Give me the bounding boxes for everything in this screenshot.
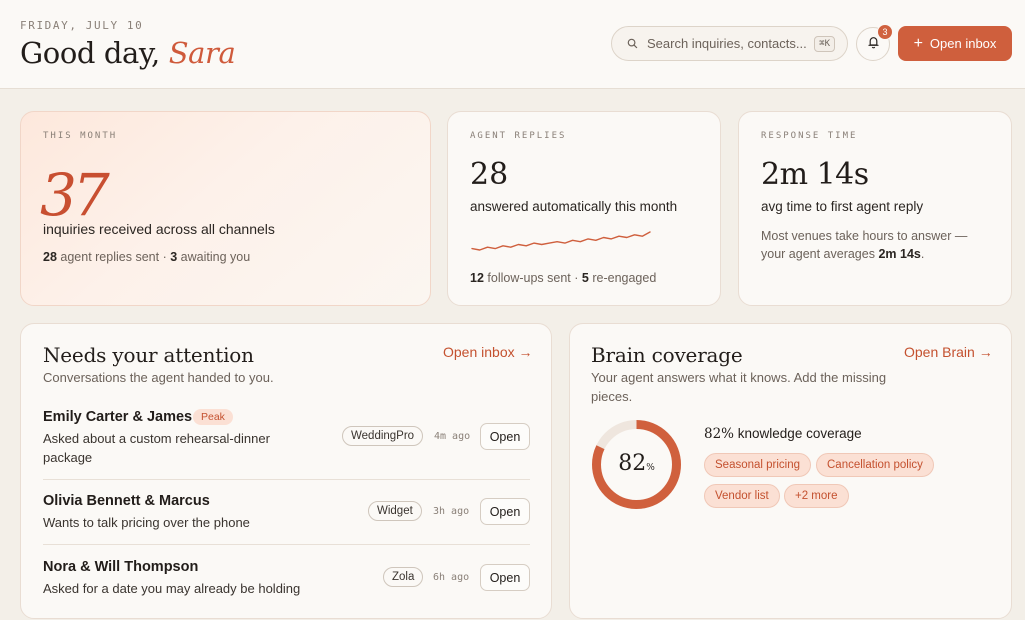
needs-attention-title: Needs your attention: [43, 343, 254, 367]
agent-replies-label: AGENT REPLIES: [470, 131, 567, 141]
missing-topic-tag[interactable]: Cancellation policy: [816, 453, 934, 477]
open-conversation-button[interactable]: Open: [480, 498, 530, 525]
coverage-percent-sign: %: [646, 463, 655, 473]
inquiry-summary: Wants to talk pricing over the phone: [43, 515, 250, 530]
needs-attention-subtitle: Conversations the agent handed to you.: [43, 370, 274, 385]
stat-separator: ·: [574, 271, 579, 285]
response-note-text: Most venues take hours to answer — your …: [761, 229, 968, 261]
agent-replies-count: 28: [470, 157, 509, 192]
response-time-note: Most venues take hours to answer — your …: [761, 227, 991, 263]
inquiry-summary: Asked about a custom rehearsal-dinner pa…: [43, 431, 270, 465]
list-item[interactable]: Nora & Will Thompson Asked for a date yo…: [43, 559, 530, 599]
list-item[interactable]: Olivia Bennett & Marcus Wants to talk pr…: [43, 493, 530, 533]
current-date: FRIDAY, JULY 10: [20, 19, 144, 32]
contact-name: Olivia Bennett & Marcus: [43, 493, 210, 509]
open-inbox-button[interactable]: + Open inbox: [898, 26, 1012, 61]
notification-count-badge: 3: [877, 24, 893, 40]
brain-coverage-subtitle: Your agent answers what it knows. Add th…: [591, 370, 887, 404]
status-badge: Peak: [193, 409, 233, 425]
agent-replies-stats: 12 follow-ups sent · 5 re-engaged: [470, 271, 656, 285]
top-header: FRIDAY, JULY 10 Good day, Sara ⌘K 3 + Op…: [0, 0, 1025, 89]
response-time-subtitle: avg time to first agent reply: [761, 199, 924, 214]
this-month-label: THIS MONTH: [43, 131, 118, 141]
replies-text: agent replies sent: [60, 250, 160, 264]
timestamp: 4m ago: [434, 431, 471, 442]
source-badge: Widget: [368, 501, 422, 521]
contact-name: Nora & Will Thompson: [43, 559, 199, 575]
search-input[interactable]: [647, 36, 807, 51]
coverage-caption-number: 82%: [704, 426, 735, 442]
awaiting-count: 3: [170, 250, 178, 264]
row-divider: [43, 479, 530, 480]
open-inbox-label: Open inbox: [929, 36, 997, 51]
awaiting-text: awaiting you: [180, 250, 251, 264]
user-name: Sara: [168, 36, 236, 70]
inquiries-count: 37: [40, 161, 110, 229]
timestamp: 6h ago: [433, 572, 470, 583]
contact-name: Emily Carter & James: [43, 409, 193, 425]
list-item[interactable]: Emily Carter & James Peak Asked about a …: [43, 409, 530, 469]
search-shortcut-hint: ⌘K: [814, 35, 835, 52]
response-time-label: RESPONSE TIME: [761, 131, 858, 141]
reengaged-count: 5: [581, 271, 589, 285]
open-inbox-link[interactable]: Open inbox →: [443, 344, 533, 360]
coverage-caption: 82% knowledge coverage: [704, 426, 862, 442]
open-brain-link[interactable]: Open Brain →: [904, 344, 993, 360]
search-bar[interactable]: ⌘K: [611, 26, 848, 61]
open-conversation-button[interactable]: Open: [480, 423, 530, 450]
agent-replies-sparkline: [471, 231, 651, 251]
replies-count: 28: [43, 250, 57, 264]
missing-topic-tag[interactable]: Vendor list: [704, 484, 780, 508]
more-topics-tag[interactable]: +2 more: [784, 484, 849, 508]
search-icon: [625, 37, 639, 51]
stat-separator: ·: [162, 250, 167, 264]
source-badge: Zola: [383, 567, 424, 587]
coverage-caption-text: knowledge coverage: [737, 426, 862, 441]
agent-replies-subtitle: answered automatically this month: [470, 199, 678, 214]
bell-icon: [867, 35, 880, 54]
followups-count: 12: [470, 271, 484, 285]
inquiries-subtitle: inquiries received across all channels: [43, 221, 275, 237]
open-conversation-button[interactable]: Open: [480, 564, 530, 591]
followups-text: follow-ups sent: [487, 271, 571, 285]
greeting-text: Good day,: [20, 36, 160, 70]
greeting: Good day, Sara: [20, 36, 236, 70]
this-month-stats: 28 agent replies sent · 3 awaiting you: [43, 250, 250, 264]
brain-coverage-title: Brain coverage: [591, 343, 743, 367]
coverage-number: 82: [618, 451, 647, 476]
missing-topic-tag[interactable]: Seasonal pricing: [704, 453, 812, 477]
source-badge: WeddingPro: [342, 426, 424, 446]
plus-icon: +: [913, 34, 923, 52]
response-note-value: 2m 14s: [878, 247, 921, 261]
response-note-suffix: .: [920, 247, 925, 261]
coverage-value: 82%: [591, 451, 682, 476]
response-time-value: 2m 14s: [761, 157, 869, 192]
timestamp: 3h ago: [433, 506, 470, 517]
row-divider: [43, 544, 530, 545]
reengaged-text: re-engaged: [592, 271, 657, 285]
inquiry-summary: Asked for a date you may already be hold…: [43, 581, 301, 596]
